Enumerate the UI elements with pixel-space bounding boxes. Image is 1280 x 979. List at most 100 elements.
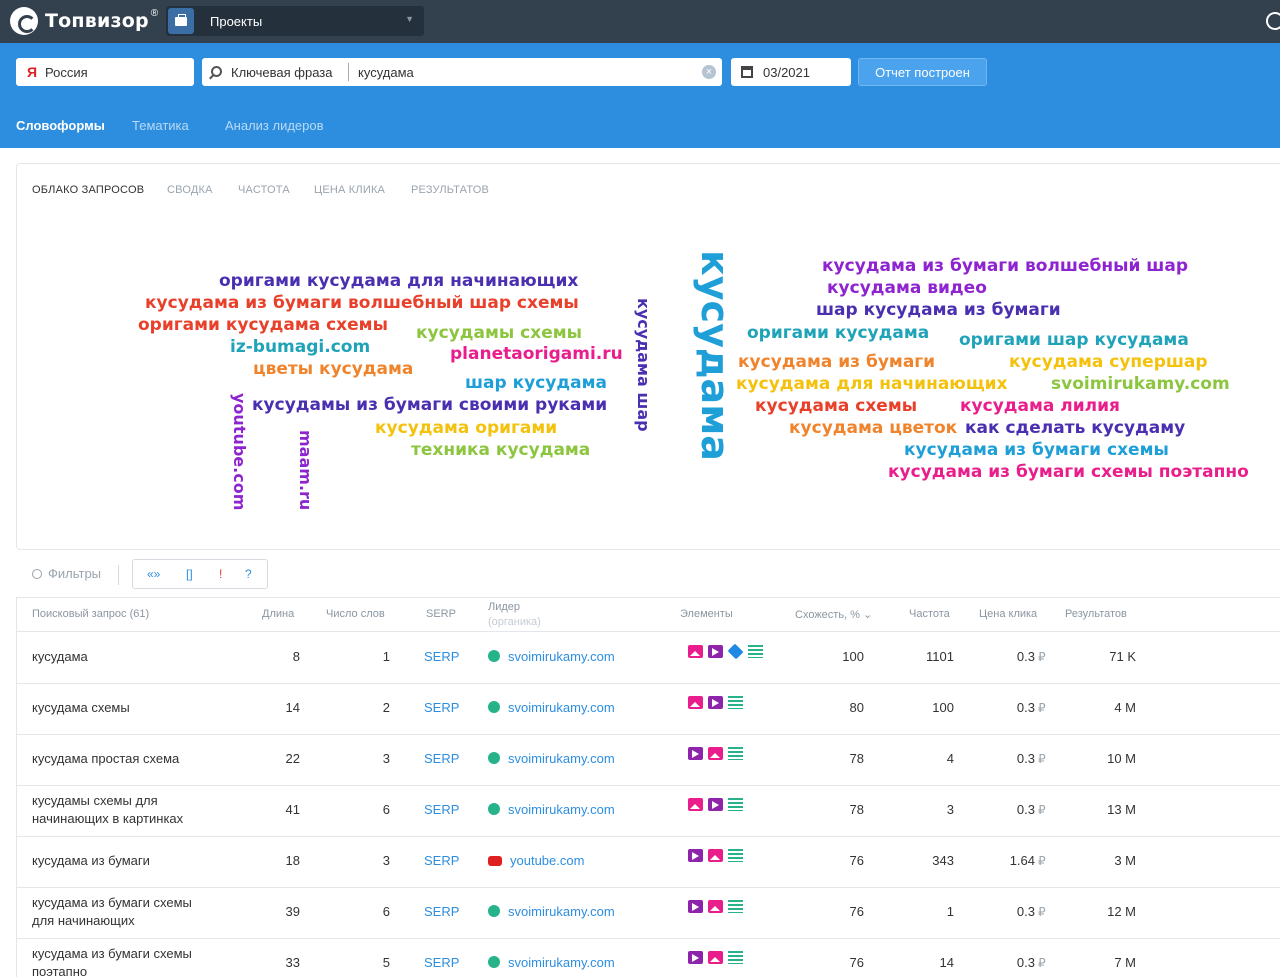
- region-select[interactable]: Я Россия: [16, 58, 194, 86]
- row-divider: [16, 734, 1280, 735]
- tab-results[interactable]: РЕЗУЛЬТАТОВ: [411, 184, 489, 196]
- list-icon: [748, 645, 763, 658]
- query-text[interactable]: кусудама из бумаги схемы: [32, 895, 192, 910]
- similarity-value: 76: [849, 853, 864, 868]
- words-value: 6: [382, 802, 390, 817]
- frequency-value: 1: [946, 904, 954, 919]
- yandex-icon: Я: [27, 64, 38, 80]
- list-icon: [728, 696, 743, 709]
- leader-domain: svoimirukamy.com: [508, 700, 615, 715]
- globe-icon: [488, 803, 500, 815]
- results-value: 13 M: [1107, 802, 1136, 817]
- col-leader[interactable]: Лидер: [488, 601, 520, 613]
- tab-query-cloud[interactable]: ОБЛАКО ЗАПРОСОВ: [32, 184, 144, 196]
- serp-link[interactable]: SERP: [424, 649, 459, 664]
- question-operator-chip[interactable]: ?: [245, 567, 252, 581]
- image-icon: [708, 849, 723, 862]
- report-button[interactable]: Отчет построен: [858, 58, 987, 86]
- serp-link[interactable]: SERP: [424, 802, 459, 817]
- list-icon: [728, 798, 743, 811]
- globe-icon: [488, 752, 500, 764]
- leader-link[interactable]: svoimirukamy.com: [488, 802, 615, 817]
- list-icon: [728, 951, 743, 964]
- col-words[interactable]: Число слов: [326, 608, 385, 620]
- leader-domain: svoimirukamy.com: [508, 649, 615, 664]
- exclamation-operator-chip[interactable]: !: [219, 567, 222, 581]
- calendar-icon: [741, 66, 753, 78]
- col-elements[interactable]: Элементы: [680, 608, 733, 620]
- query-text-line2[interactable]: начинающих в картинках: [32, 811, 183, 826]
- col-results[interactable]: Результатов: [1065, 608, 1127, 620]
- serp-elements: [688, 900, 743, 913]
- words-value: 1: [382, 649, 390, 664]
- tab-word-forms[interactable]: Словоформы: [16, 118, 105, 133]
- brackets-operator-chip[interactable]: []: [186, 567, 193, 581]
- query-text[interactable]: кусудама из бумаги: [32, 853, 150, 868]
- serp-link[interactable]: SERP: [424, 700, 459, 715]
- image-icon: [708, 900, 723, 913]
- query-text[interactable]: кусудама схемы: [32, 700, 130, 715]
- tab-cpc[interactable]: ЦЕНА КЛИКА: [314, 184, 385, 196]
- tab-summary[interactable]: СВОДКА: [167, 184, 213, 196]
- frequency-value: 3: [946, 802, 954, 817]
- col-similarity[interactable]: Схожесть, % ⌄: [795, 608, 872, 621]
- leader-domain: svoimirukamy.com: [508, 802, 615, 817]
- search-mode-select[interactable]: Ключевая фраза: [231, 65, 332, 80]
- projects-dropdown[interactable]: Проекты ▼: [166, 6, 424, 36]
- cpc-value: 0.3: [1016, 751, 1035, 766]
- results-value: 10 M: [1107, 751, 1136, 766]
- settings-icon[interactable]: [1266, 12, 1280, 30]
- globe-icon: [488, 956, 500, 968]
- tab-topics[interactable]: Тематика: [132, 118, 189, 133]
- cpc-value: 0.3: [1016, 955, 1035, 970]
- row-divider: [16, 938, 1280, 939]
- frequency-value: 1101: [926, 649, 954, 664]
- video-icon: [688, 849, 703, 862]
- clear-icon[interactable]: ×: [702, 65, 716, 79]
- length-value: 8: [292, 649, 300, 664]
- serp-link[interactable]: SERP: [424, 904, 459, 919]
- image-icon: [688, 798, 703, 811]
- similarity-value: 76: [849, 955, 864, 970]
- leader-link[interactable]: svoimirukamy.com: [488, 751, 615, 766]
- date-select[interactable]: 03/2021: [731, 58, 851, 86]
- frequency-value: 4: [946, 751, 954, 766]
- divider: [348, 63, 349, 81]
- leader-domain: svoimirukamy.com: [508, 955, 615, 970]
- leader-link[interactable]: svoimirukamy.com: [488, 649, 615, 664]
- query-text[interactable]: кусудама из бумаги схемы: [32, 946, 192, 961]
- col-query[interactable]: Поисковый запрос (61): [32, 608, 149, 620]
- col-frequency[interactable]: Частота: [909, 608, 950, 620]
- image-icon: [708, 747, 723, 760]
- col-cpc[interactable]: Цена клика: [979, 608, 1037, 620]
- length-value: 14: [285, 700, 300, 715]
- tab-leaders-analysis[interactable]: Анализ лидеров: [225, 118, 324, 133]
- tab-frequency[interactable]: ЧАСТОТА: [238, 184, 290, 196]
- col-length[interactable]: Длина: [262, 608, 294, 620]
- words-value: 6: [382, 904, 390, 919]
- serp-link[interactable]: SERP: [424, 853, 459, 868]
- youtube-icon: [488, 856, 502, 866]
- row-divider: [16, 785, 1280, 786]
- leader-link[interactable]: svoimirukamy.com: [488, 955, 615, 970]
- filters-button[interactable]: Фильтры: [32, 566, 101, 581]
- serp-link[interactable]: SERP: [424, 751, 459, 766]
- leader-link[interactable]: youtube.com: [488, 853, 584, 868]
- query-text[interactable]: кусудама простая схема: [32, 751, 179, 766]
- row-divider: [16, 683, 1280, 684]
- leader-link[interactable]: svoimirukamy.com: [488, 904, 615, 919]
- results-value: 4 M: [1114, 700, 1136, 715]
- query-text-line2[interactable]: для начинающих: [32, 913, 135, 928]
- chevron-down-icon: ▼: [405, 14, 414, 24]
- leader-link[interactable]: svoimirukamy.com: [488, 700, 615, 715]
- keyword-search-field[interactable]: Ключевая фраза ×: [202, 58, 722, 86]
- quotes-operator-chip[interactable]: «»: [147, 567, 160, 581]
- keyword-input[interactable]: [358, 62, 688, 82]
- header-divider: [16, 631, 1280, 632]
- query-text[interactable]: кусудамы схемы для: [32, 793, 158, 808]
- serp-link[interactable]: SERP: [424, 955, 459, 970]
- app-logo[interactable]: Топвизор ®: [10, 7, 158, 35]
- similarity-value: 78: [849, 802, 864, 817]
- globe-icon: [488, 905, 500, 917]
- query-text[interactable]: кусудама: [32, 649, 88, 664]
